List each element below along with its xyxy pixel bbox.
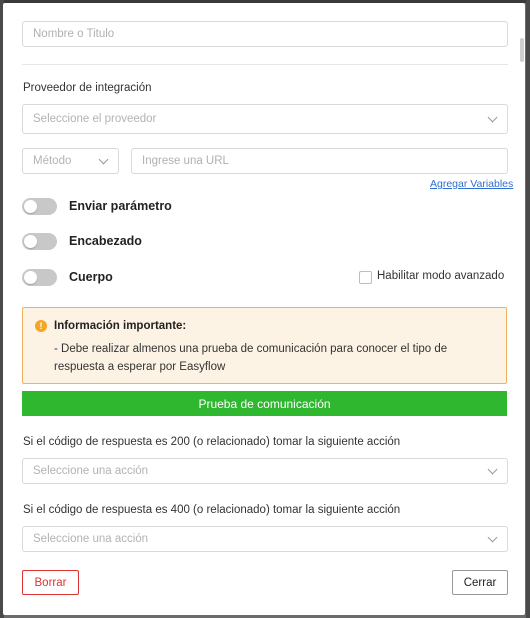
response-400-label: Si el código de respuesta es 400 (o rela… — [23, 504, 401, 516]
toggle-send-parameter[interactable] — [22, 198, 57, 215]
url-input[interactable] — [142, 155, 497, 167]
backdrop-right — [526, 0, 530, 618]
alert-title: Información importante: — [54, 320, 187, 332]
test-communication-button[interactable]: Prueba de comunicación — [22, 391, 507, 416]
name-input-field[interactable] — [22, 21, 508, 47]
toggle-body-label: Cuerpo — [69, 270, 113, 284]
toggle-header-label: Encabezado — [69, 234, 142, 248]
method-select[interactable]: Método — [22, 148, 119, 174]
toggle-send-parameter-label: Enviar parámetro — [69, 199, 172, 213]
provider-label: Proveedor de integración — [23, 82, 152, 94]
url-input-field[interactable] — [131, 148, 508, 174]
method-select-value: Método — [33, 155, 72, 167]
important-info-alert: ! Información importante: - Debe realiza… — [22, 307, 507, 384]
alert-body: - Debe realizar almenos una prueba de co… — [54, 343, 448, 373]
chevron-down-icon — [487, 112, 498, 123]
chevron-down-icon — [487, 464, 498, 475]
response-400-select-value: Seleccione una acción — [33, 533, 149, 545]
add-variables-link[interactable]: Agregar Variables — [430, 178, 513, 190]
toggle-header[interactable] — [22, 233, 57, 250]
response-200-select-value: Seleccione una acción — [33, 465, 149, 477]
chevron-down-icon — [98, 154, 109, 165]
info-icon: ! — [35, 320, 47, 332]
toggle-knob — [24, 200, 37, 213]
toggle-knob — [24, 271, 37, 284]
advanced-mode-checkbox[interactable] — [359, 271, 372, 284]
toggle-knob — [24, 235, 37, 248]
name-input[interactable] — [33, 28, 497, 40]
chevron-down-icon — [487, 532, 498, 543]
toggle-body[interactable] — [22, 269, 57, 286]
close-button[interactable]: Cerrar — [452, 570, 508, 595]
integration-modal: Proveedor de integración Seleccione el p… — [3, 3, 525, 615]
provider-select[interactable]: Seleccione el proveedor — [22, 104, 508, 134]
delete-button[interactable]: Borrar — [22, 570, 79, 595]
response-400-select[interactable]: Seleccione una acción — [22, 526, 508, 552]
response-200-label: Si el código de respuesta es 200 (o rela… — [23, 436, 401, 448]
advanced-mode-label: Habilitar modo avanzado — [377, 270, 505, 282]
provider-select-value: Seleccione el proveedor — [33, 113, 157, 125]
divider — [22, 64, 508, 65]
response-200-select[interactable]: Seleccione una acción — [22, 458, 508, 484]
scrollbar[interactable] — [520, 38, 524, 62]
